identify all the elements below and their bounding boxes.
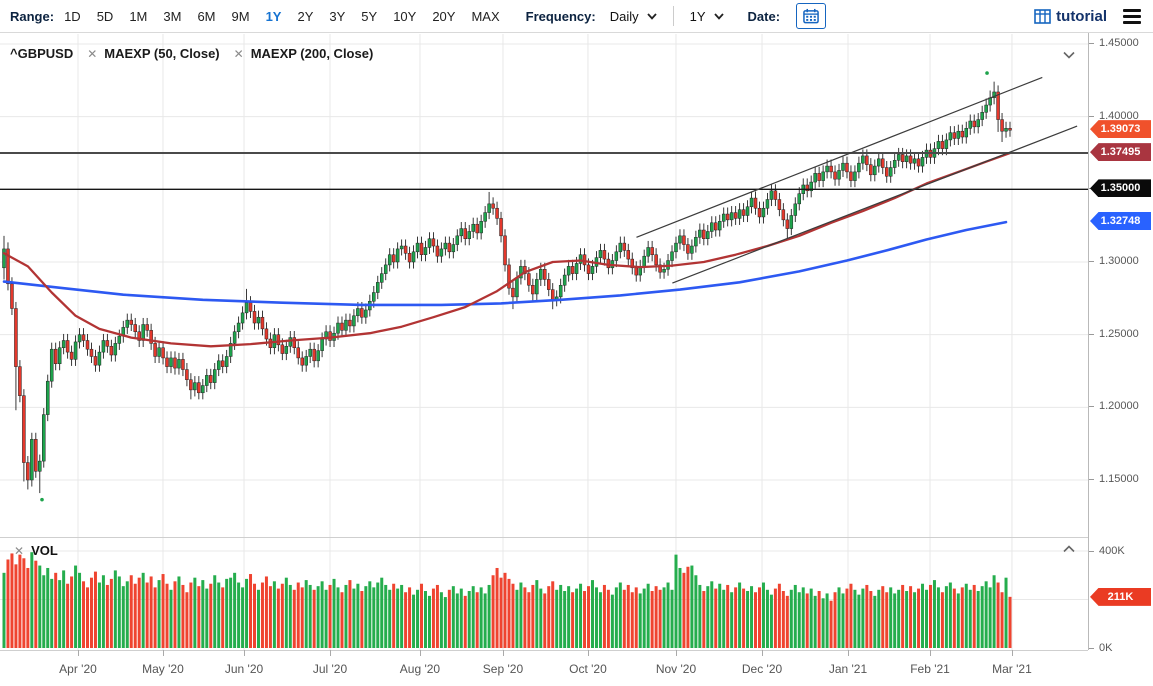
menu-icon[interactable] xyxy=(1121,4,1143,29)
time-axis-tick xyxy=(676,650,677,656)
price-badge: 1.35000 xyxy=(1090,179,1151,197)
time-axis-label: Nov '20 xyxy=(641,662,711,676)
time-axis-tick xyxy=(330,650,331,656)
time-axis-label: Apr '20 xyxy=(43,662,113,676)
range-label: Range: xyxy=(10,9,54,24)
volume-axis-label: 400K xyxy=(1099,545,1153,557)
axis-tick xyxy=(1089,43,1094,44)
period-dropdown[interactable]: 1Y xyxy=(686,7,728,26)
remove-indicator-icon[interactable]: ✕ xyxy=(234,47,244,61)
range-option-3y[interactable]: 3Y xyxy=(329,9,345,24)
axis-tick xyxy=(1089,648,1094,649)
axis-tick xyxy=(1089,261,1094,262)
brand-grid-icon xyxy=(1034,9,1051,24)
trading-chart-app: Range: 1D 5D 1M 3M 6M 9M 1Y 2Y 3Y 5Y 10Y 20Y MAX Fre… xyxy=(0,0,1153,686)
time-axis-label: Feb '21 xyxy=(895,662,965,676)
range-option-6m[interactable]: 6M xyxy=(197,9,215,24)
volume-label: VOL xyxy=(31,543,58,558)
time-axis-tick xyxy=(244,650,245,656)
chart-legend: ^GBPUSD ✕ MAEXP (50, Close) ✕ MAEXP (200, C… xyxy=(10,46,373,61)
axis-tick xyxy=(1089,334,1094,335)
time-axis-label: Dec '20 xyxy=(727,662,797,676)
indicator-chip: ✕ MAEXP (50, Close) xyxy=(87,46,219,61)
time-axis-label: Oct '20 xyxy=(553,662,623,676)
indicator-chip: ✕ MAEXP (200, Close) xyxy=(234,46,374,61)
brand-logo[interactable]: tutorial xyxy=(1034,8,1107,25)
indicator-label-1: MAEXP (200, Close) xyxy=(251,46,374,61)
axis-tick xyxy=(1089,406,1094,407)
pane-separator xyxy=(0,537,1088,538)
axis-tick xyxy=(1089,551,1094,552)
time-axis-label: Jan '21 xyxy=(813,662,883,676)
frequency-label: Frequency: xyxy=(526,9,596,24)
time-axis-label: Aug '20 xyxy=(385,662,455,676)
time-axis: Apr '20 May '20 Jun '20 Jul '20 Aug '20 Sep '… xyxy=(0,650,1088,686)
toolbar: Range: 1D 5D 1M 3M 6M 9M 1Y 2Y 3Y 5Y 10Y 20Y MAX Fre… xyxy=(0,0,1153,33)
time-axis-tick xyxy=(1012,650,1013,656)
range-option-20y[interactable]: 20Y xyxy=(432,9,455,24)
price-axis-label: 1.40000 xyxy=(1099,110,1153,122)
time-axis-tick xyxy=(420,650,421,656)
time-axis-tick xyxy=(588,650,589,656)
time-axis-tick xyxy=(762,650,763,656)
time-axis-tick xyxy=(930,650,931,656)
price-axis: 1.45000 1.40000 1.35000 1.30000 1.25000 1.200… xyxy=(1089,33,1153,686)
range-option-9m[interactable]: 9M xyxy=(232,9,250,24)
time-axis-label: Jul '20 xyxy=(295,662,365,676)
time-axis-label: May '20 xyxy=(128,662,198,676)
axis-tick xyxy=(1089,479,1094,480)
price-axis-label: 1.25000 xyxy=(1099,328,1153,340)
price-axis-label: 1.30000 xyxy=(1099,255,1153,267)
range-option-2y[interactable]: 2Y xyxy=(297,9,313,24)
time-axis-label: Jun '20 xyxy=(209,662,279,676)
axis-tick xyxy=(1089,116,1094,117)
price-chart[interactable] xyxy=(0,34,1088,537)
remove-volume-icon[interactable]: ✕ xyxy=(14,544,24,558)
time-axis-tick xyxy=(78,650,79,656)
toolbar-divider xyxy=(673,6,674,26)
volume-legend: ✕ VOL xyxy=(14,543,58,558)
price-axis-label: 1.20000 xyxy=(1099,400,1153,412)
range-option-5y[interactable]: 5Y xyxy=(361,9,377,24)
time-axis-tick xyxy=(848,650,849,656)
range-option-max[interactable]: MAX xyxy=(471,9,499,24)
time-axis-tick xyxy=(503,650,504,656)
chevron-down-icon xyxy=(714,13,724,20)
price-badge: 1.37495 xyxy=(1090,143,1151,161)
range-option-1m[interactable]: 1M xyxy=(129,9,147,24)
collapse-price-pane-icon[interactable] xyxy=(1062,51,1076,59)
period-value: 1Y xyxy=(690,9,706,24)
frequency-dropdown[interactable]: Daily xyxy=(606,7,661,26)
chart-area: ^GBPUSD ✕ MAEXP (50, Close) ✕ MAEXP (200, C… xyxy=(0,33,1153,686)
calendar-icon xyxy=(803,8,819,24)
price-badge: 1.32748 xyxy=(1090,212,1151,230)
range-selector: 1D 5D 1M 3M 6M 9M 1Y 2Y 3Y 5Y 10Y 20Y MAX xyxy=(64,9,500,24)
remove-indicator-icon[interactable]: ✕ xyxy=(87,47,97,61)
volume-axis-label: 0K xyxy=(1099,642,1153,654)
price-badge: 1.39073 xyxy=(1090,120,1151,138)
frequency-value: Daily xyxy=(610,9,639,24)
time-axis-label: Mar '21 xyxy=(977,662,1047,676)
range-option-1y[interactable]: 1Y xyxy=(266,9,282,24)
range-option-5d[interactable]: 5D xyxy=(97,9,114,24)
range-option-1d[interactable]: 1D xyxy=(64,9,81,24)
date-picker-button[interactable] xyxy=(796,3,826,29)
range-option-10y[interactable]: 10Y xyxy=(393,9,416,24)
expand-volume-pane-icon[interactable] xyxy=(1062,545,1076,553)
volume-chart[interactable] xyxy=(0,537,1088,650)
price-axis-label: 1.45000 xyxy=(1099,37,1153,49)
time-axis-tick xyxy=(163,650,164,656)
volume-badge: 211K xyxy=(1090,588,1151,606)
date-label: Date: xyxy=(748,9,781,24)
price-axis-label: 1.15000 xyxy=(1099,473,1153,485)
time-axis-label: Sep '20 xyxy=(468,662,538,676)
symbol-label: ^GBPUSD xyxy=(10,46,73,61)
indicator-label-0: MAEXP (50, Close) xyxy=(104,46,219,61)
range-option-3m[interactable]: 3M xyxy=(163,9,181,24)
brand-name: tutorial xyxy=(1056,8,1107,25)
chevron-down-icon xyxy=(647,13,657,20)
